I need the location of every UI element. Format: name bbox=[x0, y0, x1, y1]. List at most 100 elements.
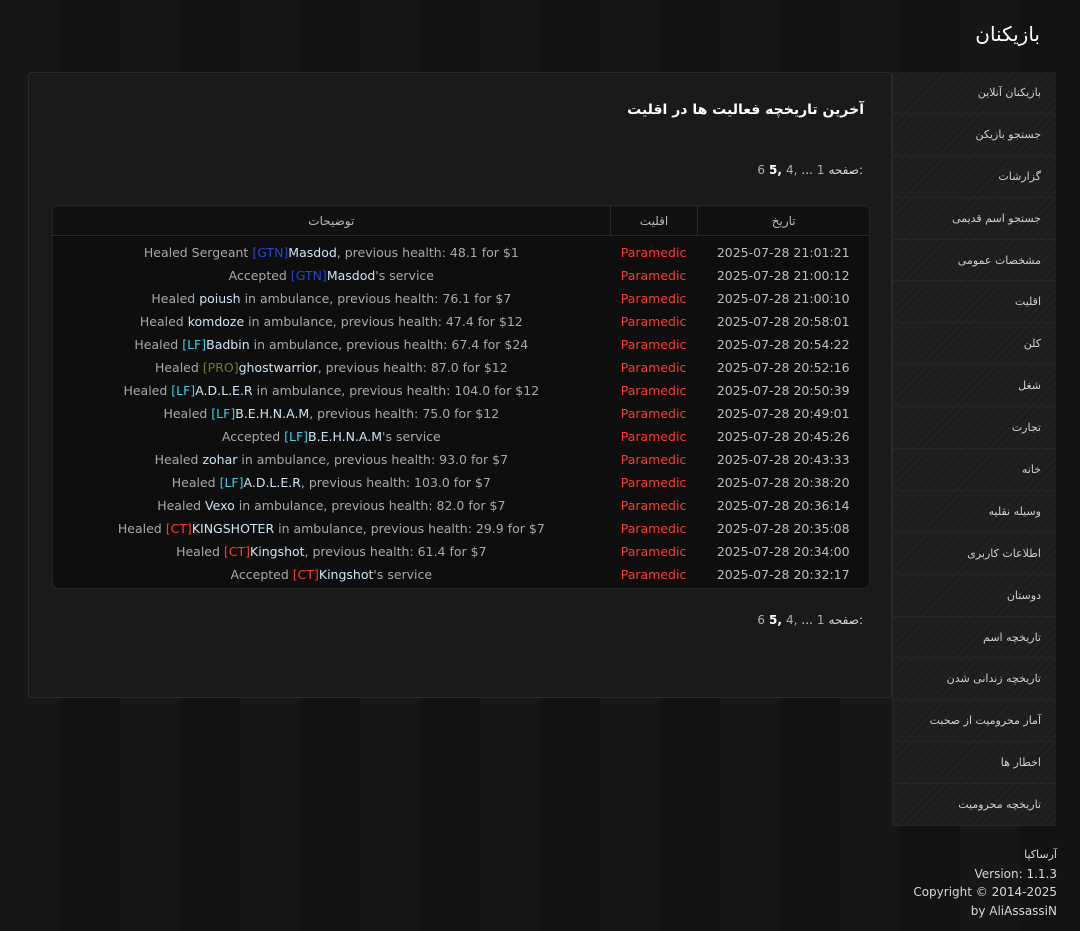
cell-date: 2025-07-28 20:35:08 bbox=[716, 521, 850, 536]
player-name: A.D.L.E.R bbox=[243, 475, 301, 490]
clan-tag: [LF] bbox=[211, 406, 236, 421]
cell-description: Healed Vexo in ambulance, previous healt… bbox=[53, 498, 610, 513]
description-prefix: Healed bbox=[123, 383, 172, 398]
sidebar-item-4[interactable]: مشخصات عمومی bbox=[893, 239, 1056, 282]
sidebar-item-8[interactable]: تجارت bbox=[893, 407, 1056, 450]
clan-tag: [GTN] bbox=[290, 268, 327, 283]
activity-panel: آخرین تاریخچه فعالیت ها در اقلیت صفحه: 1… bbox=[28, 72, 892, 698]
footer-author: by AliAssassiN bbox=[970, 903, 1057, 918]
description-prefix: Healed bbox=[151, 291, 200, 306]
sidebar-item-15[interactable]: آمار محرومیت از صحبت bbox=[893, 700, 1056, 743]
clan-tag: [LF] bbox=[182, 337, 207, 352]
sidebar-item-6[interactable]: کلن bbox=[893, 323, 1056, 366]
description-suffix: 's service bbox=[382, 429, 441, 444]
description-suffix: in ambulance, previous health: 82.0 for … bbox=[234, 498, 506, 513]
description-prefix: Accepted bbox=[230, 567, 293, 582]
pager-page-6[interactable]: 6 bbox=[757, 613, 765, 627]
table-row: Healed [LF]B.E.H.N.A.M, previous health:… bbox=[53, 402, 869, 425]
pager-page-4[interactable]: 4, bbox=[786, 613, 797, 627]
footer-copyright: Copyright © 2014-2025 bbox=[913, 885, 1057, 899]
sidebar-item-label: بازیکنان آنلاین bbox=[977, 85, 1041, 99]
sidebar-item-11[interactable]: اطلاعات کاربری bbox=[893, 532, 1056, 575]
description-prefix: Healed bbox=[117, 521, 166, 536]
cell-date: 2025-07-28 20:32:17 bbox=[716, 567, 850, 582]
sidebar-item-label: وسیله نقلیه bbox=[988, 504, 1041, 518]
cell-date: 2025-07-28 21:00:10 bbox=[716, 291, 850, 306]
cell-date: 2025-07-28 20:36:14 bbox=[716, 498, 850, 513]
header-faction: اقلیت bbox=[609, 206, 698, 235]
sidebar-nav: بازیکنان آنلاین جستجو بازیکن گزارشات جستجو … bbox=[892, 72, 1056, 827]
cell-description: Healed [CT]Kingshot, previous health: 61… bbox=[53, 544, 610, 559]
cell-faction: Paramedic bbox=[620, 544, 687, 559]
sidebar-item-label: تاریخچه محرومیت bbox=[958, 798, 1041, 812]
sidebar-item-2[interactable]: گزارشات bbox=[893, 155, 1056, 198]
player-name: B.E.H.N.A.M bbox=[235, 406, 310, 421]
cell-date: 2025-07-28 21:00:12 bbox=[716, 268, 850, 283]
cell-date: 2025-07-28 20:52:16 bbox=[716, 360, 850, 375]
pager-ellipsis: ... bbox=[801, 163, 813, 177]
pager-page-1[interactable]: 1 bbox=[817, 163, 825, 177]
player-name: Badbin bbox=[206, 337, 250, 352]
cell-faction: Paramedic bbox=[620, 291, 687, 306]
sidebar-item-5[interactable]: اقلیت bbox=[893, 281, 1056, 324]
cell-faction: Paramedic bbox=[620, 360, 687, 375]
activity-table: توضیحات اقلیت تاریخ Healed Sergeant [GTN… bbox=[52, 205, 870, 589]
sidebar-item-label: مشخصات عمومی bbox=[957, 253, 1041, 267]
cell-description: Healed [LF]Badbin in ambulance, previous… bbox=[53, 337, 610, 352]
sidebar-item-label: شغل bbox=[1018, 379, 1041, 393]
sidebar-item-label: جستجو بازیکن bbox=[975, 127, 1041, 141]
sidebar-item-9[interactable]: خانه bbox=[893, 449, 1056, 491]
sidebar-item-10[interactable]: وسیله نقلیه bbox=[893, 490, 1056, 533]
pager-page-6[interactable]: 6 bbox=[757, 163, 765, 177]
cell-faction: Paramedic bbox=[620, 498, 687, 513]
sidebar-item-label: خانه bbox=[1021, 462, 1041, 476]
table-row: Healed [PRO]ghostwarrior, previous healt… bbox=[53, 356, 869, 379]
table-row: Healed Sergeant [GTN]Masdod, previous he… bbox=[53, 241, 869, 264]
player-name: KINGSHOTER bbox=[191, 521, 275, 536]
description-prefix: Healed bbox=[154, 452, 203, 467]
sidebar-item-14[interactable]: تاریخچه زندانی شدن bbox=[893, 658, 1056, 701]
cell-faction: Paramedic bbox=[620, 406, 687, 421]
sidebar-item-13[interactable]: تاریخچه اسم bbox=[893, 616, 1056, 659]
sidebar-item-12[interactable]: دوستان bbox=[893, 574, 1056, 617]
sidebar-item-16[interactable]: اخطار ها bbox=[893, 742, 1056, 785]
cell-faction: Paramedic bbox=[620, 268, 687, 283]
cell-date: 2025-07-28 20:50:39 bbox=[716, 383, 850, 398]
sidebar-item-3[interactable]: جستجو اسم قدیمی bbox=[893, 197, 1056, 240]
pager-page-5-current: 5, bbox=[769, 163, 782, 177]
description-suffix: , previous health: 103.0 for $7 bbox=[300, 475, 491, 490]
description-prefix: Healed bbox=[163, 406, 212, 421]
sidebar-item-label: جستجو اسم قدیمی bbox=[952, 211, 1041, 225]
pager-ellipsis: ... bbox=[801, 613, 813, 627]
sidebar-item-1[interactable]: جستجو بازیکن bbox=[893, 113, 1056, 156]
player-name: Kingshot bbox=[318, 567, 374, 582]
cell-description: Healed [LF]A.D.L.E.R in ambulance, previ… bbox=[53, 383, 610, 398]
cell-description: Healed [CT]KINGSHOTER in ambulance, prev… bbox=[53, 521, 610, 536]
pager-top: صفحه: 1 ... 4, 5, 6 bbox=[757, 163, 863, 177]
cell-faction: Paramedic bbox=[620, 245, 687, 260]
description-suffix: , previous health: 87.0 for $12 bbox=[317, 360, 508, 375]
player-name: A.D.L.E.R bbox=[195, 383, 253, 398]
pager-page-4[interactable]: 4, bbox=[786, 163, 797, 177]
sidebar-item-7[interactable]: شغل bbox=[893, 365, 1056, 408]
clan-tag: [LF] bbox=[171, 383, 196, 398]
cell-date: 2025-07-28 20:45:26 bbox=[716, 429, 850, 444]
cell-description: Healed [PRO]ghostwarrior, previous healt… bbox=[53, 360, 610, 375]
player-name: ghostwarrior bbox=[238, 360, 318, 375]
cell-description: Accepted [GTN]Masdod's service bbox=[53, 268, 610, 283]
sidebar-item-label: اخطار ها bbox=[1000, 756, 1041, 770]
cell-faction: Paramedic bbox=[620, 475, 687, 490]
table-header: توضیحات اقلیت تاریخ bbox=[53, 206, 869, 236]
sidebar-item-17[interactable]: تاریخچه محرومیت bbox=[893, 784, 1056, 827]
table-row: Healed [LF]A.D.L.E.R, previous health: 1… bbox=[53, 471, 869, 494]
description-prefix: Accepted bbox=[228, 268, 291, 283]
description-prefix: Healed bbox=[176, 544, 224, 559]
clan-tag: [LF] bbox=[219, 475, 244, 490]
clan-tag: [LF] bbox=[284, 429, 309, 444]
sidebar-item-0[interactable]: بازیکنان آنلاین bbox=[893, 72, 1056, 114]
table-row: Healed poiush in ambulance, previous hea… bbox=[53, 287, 869, 310]
sidebar-item-label: تاریخچه اسم bbox=[983, 630, 1041, 644]
sidebar-item-label: گزارشات bbox=[998, 169, 1041, 183]
cell-faction: Paramedic bbox=[620, 337, 687, 352]
pager-page-1[interactable]: 1 bbox=[817, 613, 825, 627]
